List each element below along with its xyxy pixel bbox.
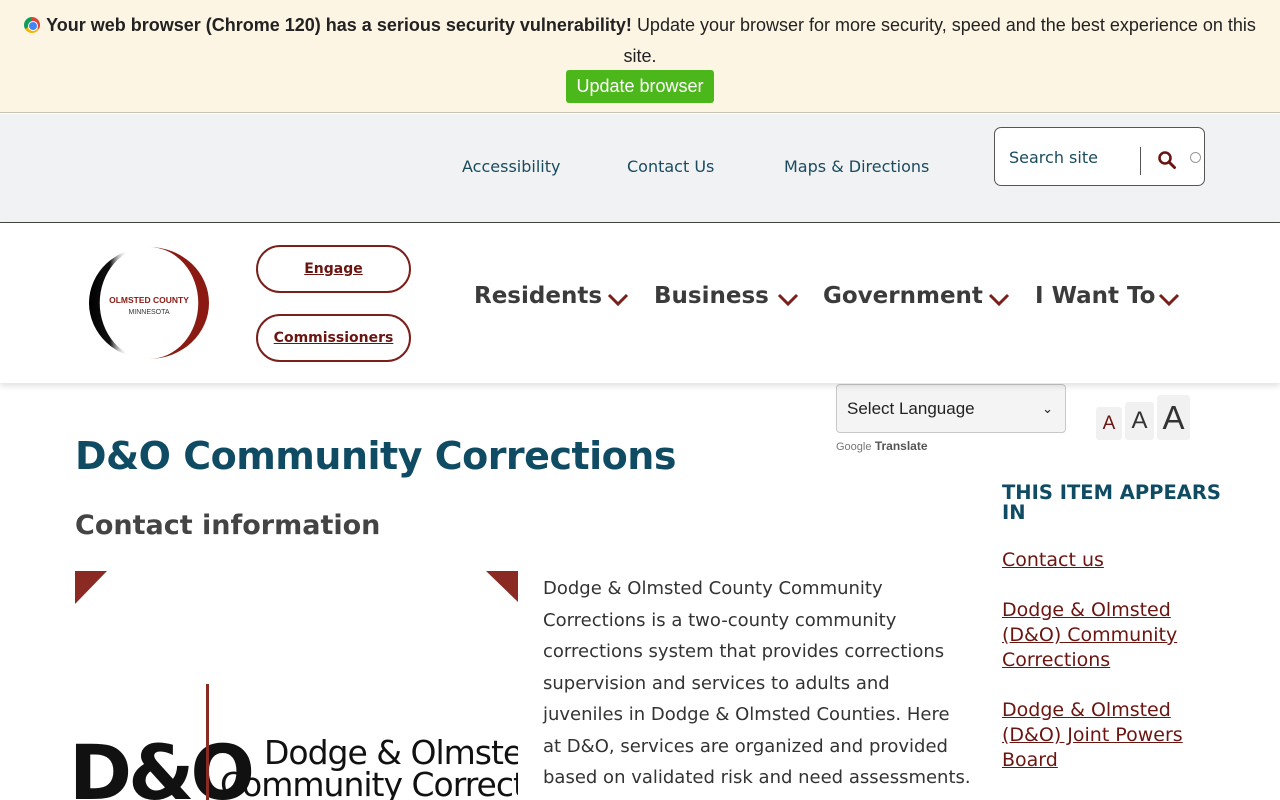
language-select-label: Select Language bbox=[847, 399, 975, 418]
search-box bbox=[994, 127, 1205, 186]
section-heading: Contact information bbox=[75, 510, 381, 541]
logo-line1: OLMSTED COUNTY bbox=[109, 295, 189, 305]
language-select[interactable]: Select Language ⌄ bbox=[836, 384, 1066, 433]
page-title: D&O Community Corrections bbox=[75, 434, 676, 478]
do-name-line2: Community Corrections bbox=[220, 765, 518, 800]
main-header: OLMSTED COUNTY MINNESOTA Engage Commissi… bbox=[0, 223, 1280, 383]
font-size-medium-button[interactable]: A bbox=[1125, 402, 1154, 440]
commissioners-button[interactable]: Commissioners bbox=[256, 314, 411, 362]
browser-update-banner: Your web browser (Chrome 120) has a seri… bbox=[0, 0, 1280, 113]
update-browser-button[interactable]: Update browser bbox=[566, 70, 714, 103]
search-input[interactable] bbox=[1009, 140, 1129, 174]
chevron-down-icon[interactable] bbox=[607, 293, 629, 307]
banner-warning: Your web browser (Chrome 120) has a seri… bbox=[46, 15, 632, 35]
chevron-down-icon[interactable] bbox=[777, 293, 799, 307]
chrome-icon bbox=[24, 17, 41, 33]
engage-button[interactable]: Engage bbox=[256, 245, 411, 293]
loading-indicator-icon bbox=[1190, 152, 1201, 163]
font-size-small-button[interactable]: A bbox=[1096, 407, 1122, 440]
utility-bar: Accessibility Contact Us Maps & Directio… bbox=[0, 114, 1280, 223]
olmsted-county-logo[interactable]: OLMSTED COUNTY MINNESOTA bbox=[88, 246, 210, 360]
nav-business[interactable]: Business bbox=[654, 283, 769, 309]
description-text: Dodge & Olmsted County Community Correct… bbox=[543, 578, 971, 788]
search-icon[interactable] bbox=[1157, 150, 1177, 170]
banner-message: Update your browser for more security, s… bbox=[623, 15, 1256, 66]
sidebar-link-contact-us[interactable]: Contact us bbox=[1002, 548, 1212, 573]
translate-word: Translate bbox=[874, 439, 928, 453]
google-word: Google bbox=[836, 441, 872, 453]
nav-i-want-to[interactable]: I Want To bbox=[1035, 283, 1155, 309]
accessibility-link[interactable]: Accessibility bbox=[462, 157, 560, 176]
font-size-large-button[interactable]: A bbox=[1157, 395, 1190, 440]
do-community-corrections-image: D&O Dodge & Olmsted Community Correction… bbox=[75, 571, 518, 800]
maps-directions-link[interactable]: Maps & Directions bbox=[784, 157, 929, 176]
chevron-down-icon: ⌄ bbox=[1042, 401, 1053, 416]
nav-residents[interactable]: Residents bbox=[474, 283, 602, 309]
banner-text: Your web browser (Chrome 120) has a seri… bbox=[20, 10, 1260, 72]
logo-line2: MINNESOTA bbox=[128, 309, 169, 316]
chevron-down-icon[interactable] bbox=[1158, 293, 1180, 307]
google-translate-attribution: Google Translate bbox=[836, 439, 928, 453]
sidebar-link-community-corrections[interactable]: Dodge & Olmsted (D&O) Community Correcti… bbox=[1002, 598, 1212, 673]
sidebar-heading: THIS ITEM APPEARS IN bbox=[1002, 481, 1221, 524]
nav-government[interactable]: Government bbox=[823, 283, 983, 309]
contact-us-link[interactable]: Contact Us bbox=[627, 157, 714, 176]
search-divider bbox=[1140, 147, 1141, 175]
sidebar-link-joint-powers-board[interactable]: Dodge & Olmsted (D&O) Joint Powers Board bbox=[1002, 698, 1212, 773]
chevron-down-icon[interactable] bbox=[988, 293, 1010, 307]
